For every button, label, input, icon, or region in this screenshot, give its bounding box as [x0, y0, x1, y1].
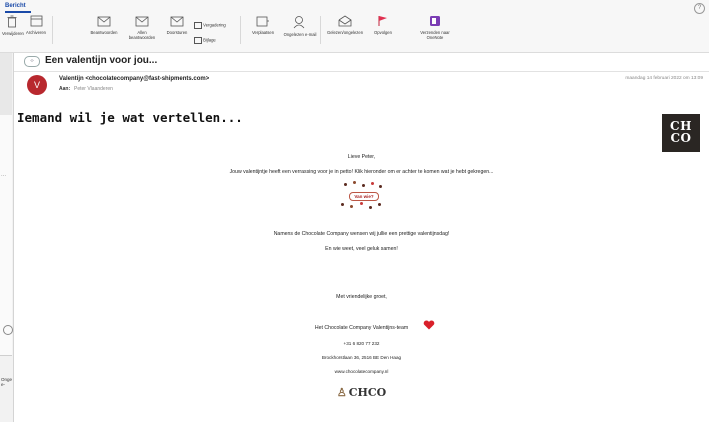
recipient[interactable]: Peter Vlaanderen	[74, 86, 113, 92]
delete-button[interactable]: Verwijderen	[2, 15, 24, 36]
more-icon[interactable]: ···	[1, 173, 6, 179]
avatar: V	[27, 75, 47, 95]
forward-label: Doorsturen	[166, 30, 188, 35]
unread-icon	[293, 16, 305, 29]
archive-label: Archiveren	[25, 30, 46, 35]
closing: Met vriendelijke groet,	[336, 294, 387, 300]
chocolate-dot	[341, 203, 344, 206]
logo-line2: CO	[670, 131, 692, 145]
left-pane-label: Onge e-	[1, 377, 13, 387]
follow-up-label: Opvolgen	[374, 30, 392, 35]
reply-all-label: Allen beantwoorden	[128, 30, 156, 40]
forward-icon	[170, 16, 184, 27]
move-icon	[256, 16, 269, 27]
sender[interactable]: Valentijn <chocolatecompany@fast-shipmen…	[59, 76, 209, 82]
figure-icon: ♙	[336, 386, 347, 399]
cta-label: Van wie?	[349, 192, 379, 201]
onenote-label: Verzenden naar OneNote	[420, 30, 450, 40]
ribbon-separator	[52, 16, 53, 44]
message-pane: ‹› Een valentijn voor jou... V Valentijn…	[14, 53, 709, 422]
search-icon[interactable]	[3, 325, 13, 335]
tab-bericht[interactable]: Bericht	[5, 3, 26, 9]
message-date: maandag 14 februari 2022 om 13:09	[625, 76, 703, 81]
meeting-button[interactable]: Vergadering	[194, 22, 226, 29]
greeting: Lieve Peter,	[347, 154, 376, 160]
ribbon-separator	[320, 16, 321, 44]
cta-image-button[interactable]: Van wie?	[338, 179, 388, 211]
flag-icon	[378, 16, 387, 26]
archive-icon	[30, 15, 42, 27]
chocolate-dot	[360, 202, 363, 205]
to-label: Aan:	[59, 86, 71, 92]
message-list[interactable]	[0, 115, 12, 356]
address: Brockhorstlaan 36, 2516 BE Den Haag	[321, 355, 402, 360]
heart-icon	[423, 320, 435, 330]
read-unread-label: Gelezen/ongelezen	[326, 30, 364, 35]
reply-icon	[97, 16, 111, 27]
tab-active-indicator	[5, 11, 31, 13]
chocolate-dot	[350, 205, 353, 208]
help-icon[interactable]: ?	[694, 3, 705, 14]
chocolate-dot	[353, 181, 356, 184]
email-headline: Iemand wil je wat vertellen...	[17, 110, 243, 125]
reply-label: Beantwoorden	[90, 30, 118, 35]
reply-all-button[interactable]: Allen beantwoorden	[124, 15, 160, 40]
phone: +31 6 820 77 232	[343, 341, 380, 346]
message-subject: Een valentijn voor jou...	[45, 55, 158, 66]
signature: Het Chocolate Company Valentijns-team	[314, 325, 409, 331]
chocolate-dot	[362, 184, 365, 187]
intro-text: Jouw valentijntje heeft een verrassing v…	[229, 169, 494, 175]
unread-label: Ongelezen e-mail	[283, 32, 317, 37]
meeting-label: Vergadering	[203, 22, 226, 28]
conversation-icon[interactable]: ‹›	[24, 56, 40, 67]
trash-icon	[7, 15, 17, 28]
subject-bar: ‹› Een valentijn voor jou...	[14, 53, 709, 72]
attachment-button[interactable]: Bijlage	[194, 37, 216, 44]
left-pane: ··· Onge e-	[0, 53, 14, 422]
left-pane-top	[0, 53, 12, 116]
follow-up-button[interactable]: Opvolgen	[370, 15, 396, 35]
footer-logo: ♙ CHCO	[14, 386, 709, 399]
envelope-open-icon	[338, 15, 352, 27]
move-button[interactable]: Verplaatsen	[246, 15, 280, 35]
footer-logo-text: CHCO	[348, 386, 387, 399]
unread-button[interactable]: Ongelezen e-mail	[283, 15, 317, 37]
wish-line-1: Namens de Chocolate Company wensen wij j…	[273, 231, 450, 237]
reply-all-icon	[135, 16, 149, 27]
forward-button[interactable]: Doorsturen	[162, 15, 192, 35]
move-label: Verplaatsen	[251, 30, 275, 35]
reply-button[interactable]: Beantwoorden	[86, 15, 122, 35]
onenote-button[interactable]: Verzenden naar OneNote	[416, 15, 454, 40]
delete-label: Verwijderen	[2, 31, 24, 36]
ribbon-toolbar: Bericht ? Verwijderen Archiveren Beantwo…	[0, 0, 709, 53]
chco-logo: CH CO	[662, 114, 700, 152]
chocolate-dot	[371, 182, 374, 185]
meeting-icon	[194, 22, 202, 29]
attachment-icon	[194, 37, 202, 44]
chocolate-dot	[379, 185, 382, 188]
onenote-icon	[430, 16, 440, 26]
chocolate-dot	[369, 206, 372, 209]
archive-button[interactable]: Archiveren	[24, 15, 48, 35]
chocolate-dot	[344, 183, 347, 186]
attachment-label: Bijlage	[203, 37, 216, 43]
chocolate-dot	[378, 203, 381, 206]
ribbon-separator	[240, 16, 241, 44]
wish-line-2: En wie weet, veel geluk samen!	[325, 246, 398, 252]
website-link[interactable]: www.chocolatecompany.nl	[14, 369, 709, 374]
read-unread-button[interactable]: Gelezen/ongelezen	[322, 15, 368, 35]
